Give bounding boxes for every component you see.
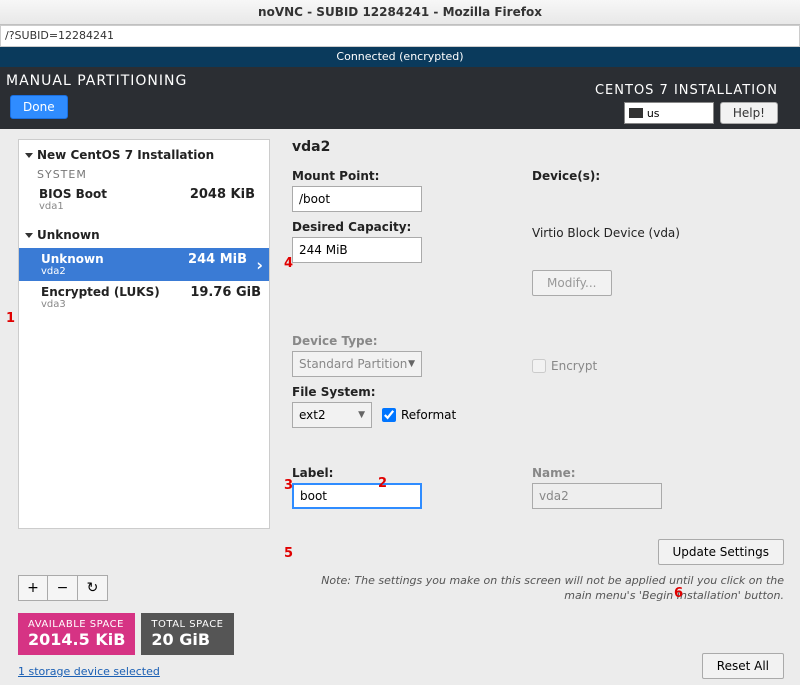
page-title: MANUAL PARTITIONING [6,73,187,89]
partition-device: vda1 [39,201,107,212]
install-title: CENTOS 7 INSTALLATION [595,83,778,98]
label-label: Label: [292,466,512,480]
partition-detail-panel: vda2 Mount Point: Device(s): Desired Cap… [278,129,800,609]
remove-partition-button[interactable]: − [48,575,78,601]
mount-point-input[interactable] [292,186,422,212]
settings-note: Note: The settings you make on this scre… [292,573,784,604]
footer: AVAILABLE SPACE 2014.5 KiB TOTAL SPACE 2… [0,609,800,683]
chevron-down-icon: ▼ [358,410,365,420]
chevron-right-icon: › [256,255,263,274]
window-title: noVNC - SUBID 12284241 - Mozilla Firefox [0,0,800,25]
reload-button[interactable]: ↻ [78,575,108,601]
add-partition-button[interactable]: + [18,575,48,601]
help-button[interactable]: Help! [720,102,778,124]
name-label: Name: [532,466,784,480]
detail-heading: vda2 [292,139,784,155]
anaconda-header: MANUAL PARTITIONING Done CENTOS 7 INSTAL… [0,67,800,129]
done-button[interactable]: Done [10,95,68,119]
storage-devices-link[interactable]: 1 storage device selected [18,665,160,678]
partition-tree-panel: New CentOS 7 Installation SYSTEM BIOS Bo… [0,129,278,609]
file-system-select[interactable]: ext2▼ [292,402,372,428]
reformat-checkbox[interactable] [382,408,396,422]
name-input [532,483,662,509]
keyboard-icon [629,108,643,118]
partition-name: Unknown [41,252,104,266]
tree-section-new-install[interactable]: New CentOS 7 Installation [25,148,263,162]
tree-section-unknown[interactable]: Unknown [25,228,263,242]
file-system-label: File System: [292,385,512,399]
chevron-down-icon [25,233,33,238]
label-input[interactable] [292,483,422,509]
device-type-label: Device Type: [292,334,512,348]
partition-row-luks[interactable]: Encrypted (LUKS) vda3 19.76 GiB [19,281,269,314]
available-space-badge: AVAILABLE SPACE 2014.5 KiB [18,613,135,655]
modify-button[interactable]: Modify... [532,270,612,296]
partition-name: Encrypted (LUKS) [41,285,160,299]
keyboard-layout-selector[interactable]: us [624,102,714,124]
update-settings-button[interactable]: Update Settings [658,539,785,565]
reset-all-button[interactable]: Reset All [702,653,784,679]
partition-device: vda2 [41,266,104,277]
devices-label: Device(s): [532,169,784,183]
device-type-select[interactable]: Standard Partition▼ [292,351,422,377]
keyboard-layout-label: us [647,107,660,120]
total-space-badge: TOTAL SPACE 20 GiB [141,613,233,655]
chevron-down-icon [25,153,33,158]
partition-row-bios[interactable]: BIOS Boot vda1 2048 KiB [25,183,263,216]
tree-subtitle-system: SYSTEM [37,168,263,181]
partition-size: 2048 KiB [190,187,255,202]
capacity-label: Desired Capacity: [292,220,512,234]
reformat-label: Reformat [401,408,456,422]
vnc-status-bar: Connected (encrypted) [0,47,800,67]
partition-device: vda3 [41,299,160,310]
partition-row-unknown[interactable]: Unknown vda2 244 MiB › [19,248,269,281]
capacity-input[interactable] [292,237,422,263]
url-bar[interactable]: /?SUBID=12284241 [0,25,800,47]
partition-size: 19.76 GiB [190,285,261,300]
encrypt-label: Encrypt [551,359,597,373]
chevron-down-icon: ▼ [408,359,415,369]
device-text: Virtio Block Device (vda) [532,226,784,240]
mount-point-label: Mount Point: [292,169,512,183]
partition-name: BIOS Boot [39,187,107,201]
partition-size: 244 MiB [188,252,247,267]
encrypt-checkbox [532,359,546,373]
